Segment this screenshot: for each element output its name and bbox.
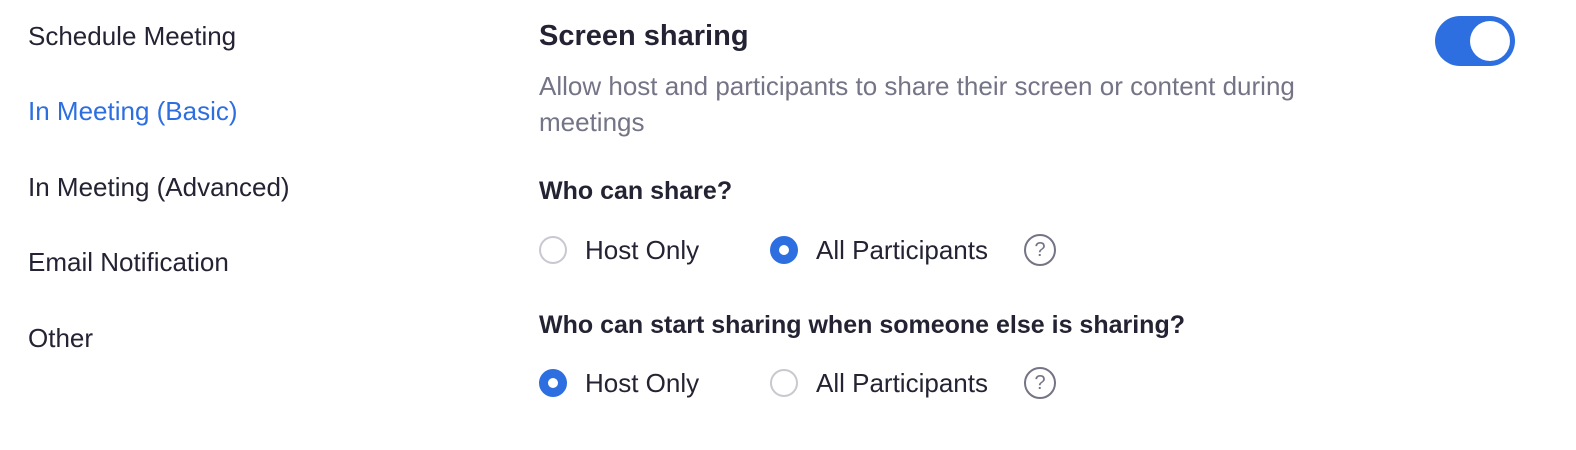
sidebar-item-email-notification[interactable]: Email Notification — [28, 246, 229, 278]
radio-label-all-participants: All Participants — [816, 368, 988, 398]
settings-page: Schedule Meeting In Meeting (Basic) In M… — [0, 0, 1576, 450]
sidebar-item-in-meeting-advanced[interactable]: In Meeting (Advanced) — [28, 171, 290, 203]
who-can-start-sharing-heading: Who can start sharing when someone else … — [539, 311, 1185, 339]
question-circle-icon[interactable]: ? — [1024, 367, 1056, 399]
radio-label-all-participants: All Participants — [816, 235, 988, 265]
settings-sidebar: Schedule Meeting In Meeting (Basic) In M… — [0, 0, 480, 450]
sidebar-item-other[interactable]: Other — [28, 322, 93, 354]
who-can-share-heading: Who can share? — [539, 177, 733, 205]
who-can-start-all-participants-option[interactable]: All Participants — [770, 366, 988, 400]
who-can-start-host-only-option[interactable]: Host Only — [539, 366, 699, 400]
radio-label-host-only: Host Only — [585, 368, 700, 398]
sidebar-item-schedule-meeting[interactable]: Schedule Meeting — [28, 20, 236, 52]
setting-title: Screen sharing — [539, 20, 749, 52]
radio-checked-icon[interactable] — [770, 236, 798, 264]
radio-unchecked-icon[interactable] — [770, 369, 798, 397]
radio-label-host-only: Host Only — [585, 235, 700, 265]
screen-sharing-toggle[interactable] — [1435, 16, 1515, 66]
radio-unchecked-icon[interactable] — [539, 236, 567, 264]
sidebar-item-in-meeting-basic[interactable]: In Meeting (Basic) — [28, 95, 238, 127]
setting-description: Allow host and participants to share the… — [539, 71, 1295, 137]
radio-checked-icon[interactable] — [539, 369, 567, 397]
toggle-knob — [1470, 21, 1510, 61]
setting-panel-screen-sharing: Screen sharing Allow host and participan… — [539, 0, 1539, 450]
who-can-share-all-participants-option[interactable]: All Participants — [770, 233, 988, 267]
who-can-share-host-only-option[interactable]: Host Only — [539, 233, 699, 267]
question-circle-icon[interactable]: ? — [1024, 234, 1056, 266]
